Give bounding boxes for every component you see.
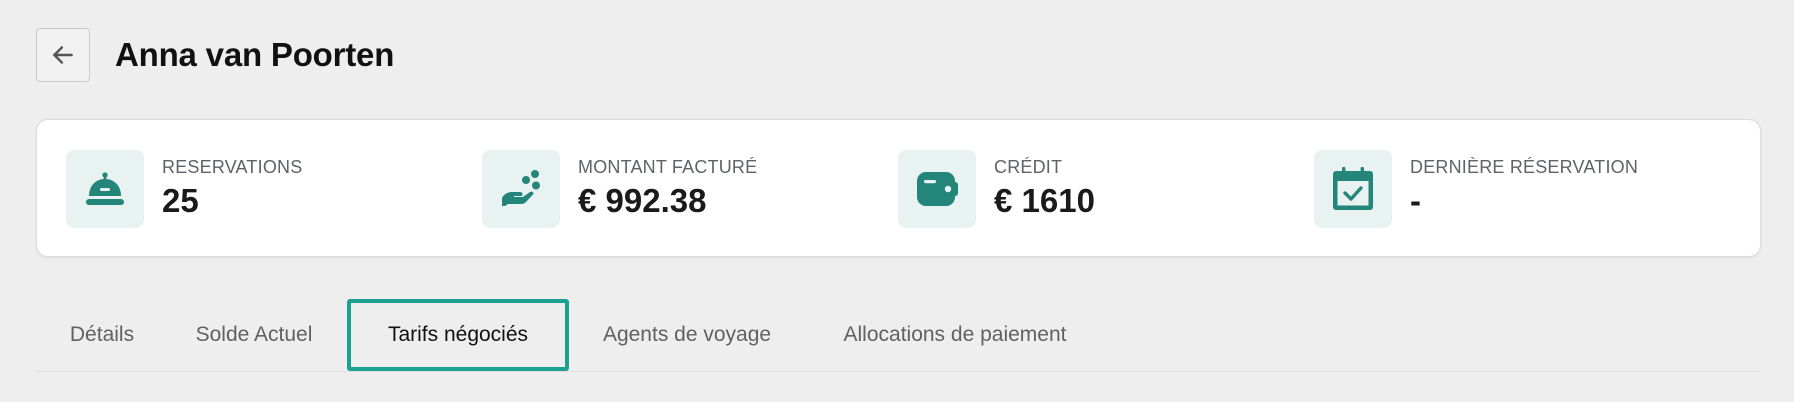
tab-tarifs-negocies[interactable]: Tarifs négociés (347, 299, 569, 371)
tab-bar: Détails Solde Actuel Tarifs négociés Age… (36, 299, 1761, 372)
stat-label: MONTANT FACTURÉ (578, 156, 758, 177)
tab-solde-actuel[interactable]: Solde Actuel (189, 299, 319, 371)
stat-label: DERNIÈRE RÉSERVATION (1410, 156, 1639, 177)
tab-agents-de-voyage[interactable]: Agents de voyage (589, 299, 785, 371)
stat-credit: CRÉDIT € 1610 (898, 150, 1095, 228)
stat-value: € 992.38 (578, 181, 707, 219)
calendar-check-icon (1333, 167, 1373, 210)
page-header: Anna van Poorten (36, 28, 394, 82)
back-button[interactable] (36, 28, 90, 82)
stat-reservations: RESERVATIONS 25 (66, 150, 302, 228)
arrow-left-icon (53, 46, 73, 64)
stat-label: RESERVATIONS (162, 156, 303, 177)
page-title: Anna van Poorten (115, 36, 395, 73)
stat-label: CRÉDIT (994, 156, 1063, 177)
stat-value: € 1610 (994, 181, 1095, 219)
stat-montant-facture: MONTANT FACTURÉ € 992.38 (482, 150, 757, 228)
stat-value: - (1410, 181, 1421, 219)
stat-derniere-reservation: DERNIÈRE RÉSERVATION - (1314, 150, 1638, 228)
stat-value: 25 (162, 181, 199, 219)
hand-coins-icon (502, 170, 540, 206)
tab-details[interactable]: Détails (65, 299, 139, 371)
wallet-icon (917, 172, 958, 206)
concierge-bell-icon (86, 172, 124, 205)
tab-allocations-de-paiement[interactable]: Allocations de paiement (825, 299, 1085, 371)
stats-card: RESERVATIONS 25 MONTANT FACTURÉ € 992.38 (36, 119, 1761, 257)
